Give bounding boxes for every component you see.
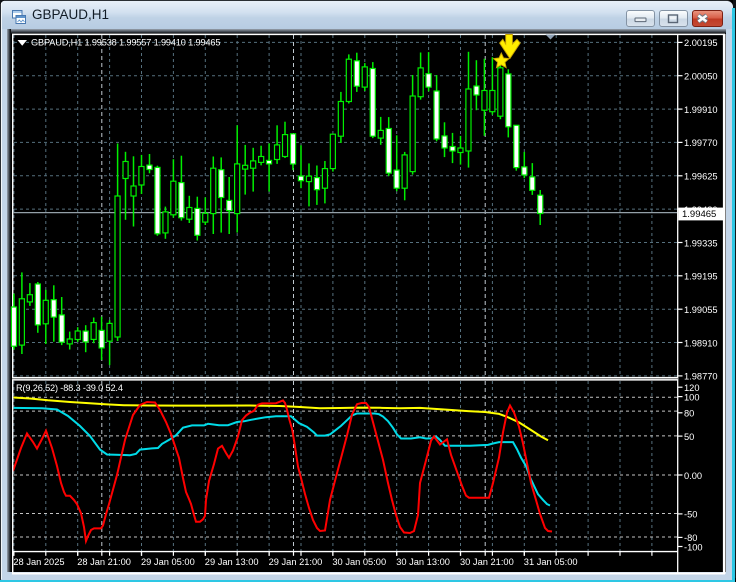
svg-text:29 Jan 05:00: 29 Jan 05:00 [141,557,195,567]
svg-text:1.99465: 1.99465 [682,209,716,220]
svg-text:1.99625: 1.99625 [684,172,718,182]
svg-text:1.99770: 1.99770 [684,138,718,148]
svg-text:30 Jan 21:00: 30 Jan 21:00 [460,557,514,567]
svg-text:1.99055: 1.99055 [684,305,718,315]
svg-text:50: 50 [684,432,694,442]
svg-text:R(9,26,52) -88.3 -39.0 52.4: R(9,26,52) -88.3 -39.0 52.4 [16,383,123,393]
svg-text:30 Jan 13:00: 30 Jan 13:00 [396,557,450,567]
svg-text:GBPAUD,H1 1.99538 1.99557 1.9: GBPAUD,H1 1.99538 1.99557 1.99410 1.9946… [31,37,220,47]
svg-text:28 Jan 2025: 28 Jan 2025 [13,557,64,567]
svg-text:29 Jan 21:00: 29 Jan 21:00 [269,557,323,567]
svg-text:30 Jan 05:00: 30 Jan 05:00 [332,557,386,567]
svg-text:1.98770: 1.98770 [684,372,718,382]
svg-text:-50: -50 [684,510,697,520]
svg-text:2.00050: 2.00050 [684,72,718,82]
svg-text:0.00: 0.00 [684,471,702,481]
svg-text:80: 80 [684,409,694,419]
svg-text:2.00195: 2.00195 [684,38,718,48]
svg-text:100: 100 [684,392,700,402]
svg-text:28 Jan 21:00: 28 Jan 21:00 [77,557,131,567]
svg-text:31 Jan 05:00: 31 Jan 05:00 [524,557,578,567]
svg-text:1.99195: 1.99195 [684,272,718,282]
svg-text:1.99910: 1.99910 [684,105,718,115]
svg-text:-100: -100 [684,542,703,552]
svg-text:29 Jan 13:00: 29 Jan 13:00 [205,557,259,567]
svg-text:1.99335: 1.99335 [684,238,718,248]
svg-text:1.98910: 1.98910 [684,338,718,348]
